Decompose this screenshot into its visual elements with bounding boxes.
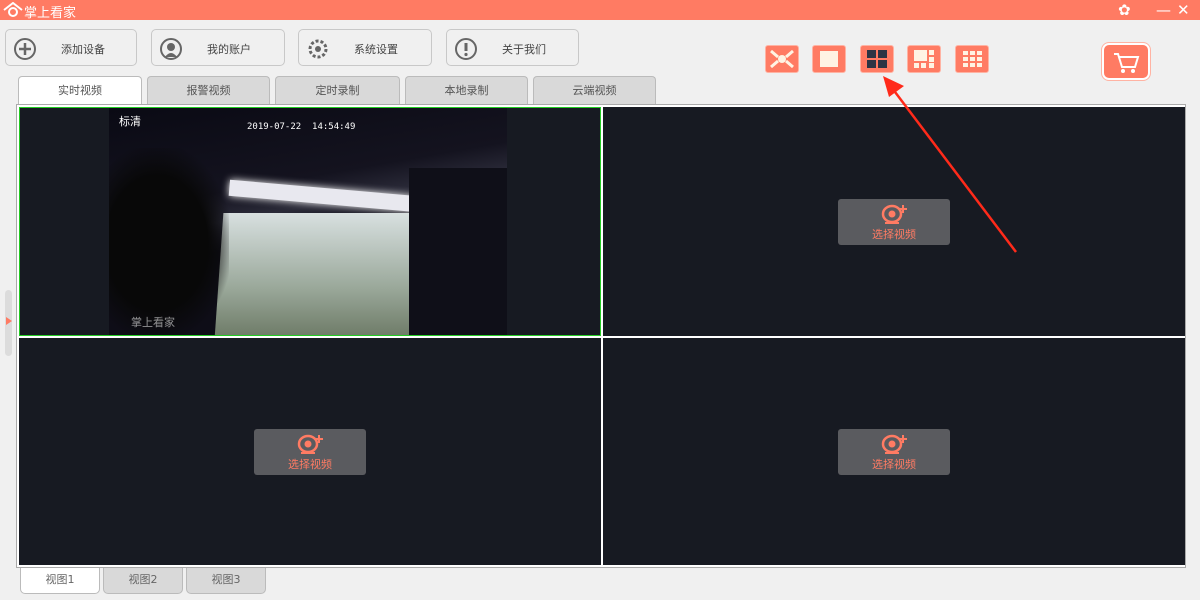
view-tab-2[interactable]: 视图2 — [103, 568, 183, 594]
annotation-arrow — [883, 76, 1017, 253]
view-tab-3[interactable]: 视图3 — [186, 568, 266, 594]
view-tab-1[interactable]: 视图1 — [20, 568, 100, 594]
